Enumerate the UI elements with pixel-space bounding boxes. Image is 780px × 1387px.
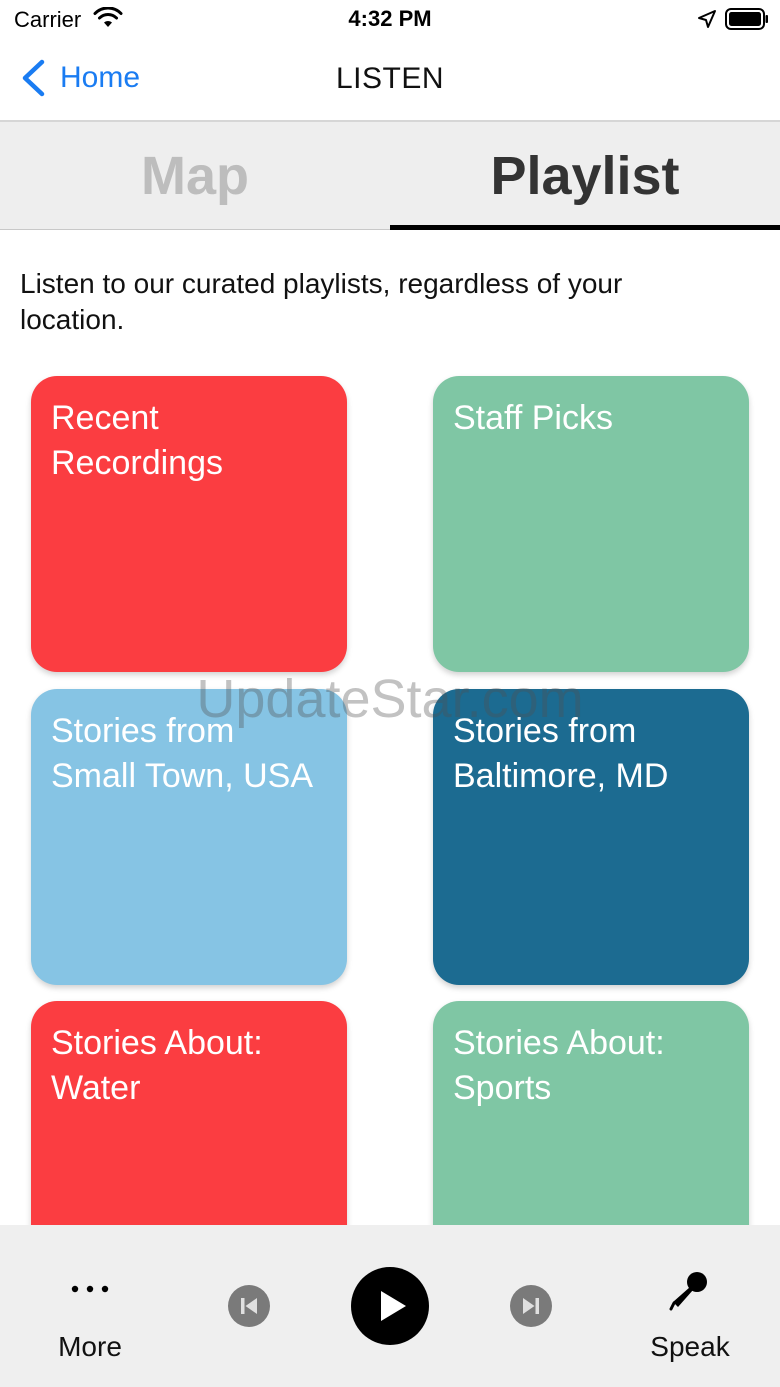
speak-button[interactable]: Speak: [640, 1265, 740, 1365]
segmented-tabs: Map Playlist: [0, 122, 780, 230]
selected-tab-indicator: [390, 225, 780, 230]
playlist-card-title: Stories About: Water: [51, 1024, 263, 1107]
microphone-icon: [669, 1272, 707, 1311]
playlist-card-title: Stories from Baltimore, MD: [453, 712, 669, 795]
tab-map[interactable]: Map: [0, 122, 390, 230]
battery-icon: [725, 8, 768, 30]
speak-label: Speak: [650, 1331, 730, 1362]
playlist-card-staff-picks[interactable]: Staff Picks: [433, 376, 749, 672]
next-icon[interactable]: [510, 1285, 552, 1327]
previous-icon[interactable]: [228, 1285, 270, 1327]
playlist-card-title: Stories from Small Town, USA: [51, 712, 314, 795]
navigation-bar: Home LISTEN: [0, 40, 780, 122]
more-icon: [71, 1285, 109, 1293]
more-button[interactable]: More: [40, 1265, 140, 1365]
playlist-card-title: Recent Recordings: [51, 399, 223, 482]
playlist-card-recent-recordings[interactable]: Recent Recordings: [31, 376, 347, 672]
playlist-card-title: Staff Picks: [453, 399, 613, 437]
player-bar: More Speak: [0, 1225, 780, 1387]
more-label: More: [58, 1331, 122, 1362]
page-title: LISTEN: [335, 62, 445, 95]
play-icon[interactable]: [351, 1267, 429, 1345]
location-icon: [698, 10, 716, 28]
playlist-card-small-town[interactable]: Stories from Small Town, USA: [31, 689, 347, 985]
playlist-card-baltimore[interactable]: Stories from Baltimore, MD: [433, 689, 749, 985]
status-bar: Carrier 4:32 PM: [0, 0, 780, 40]
intro-text: Listen to our curated playlists, regardl…: [20, 268, 623, 335]
playlist-card-title: Stories About: Sports: [453, 1024, 665, 1107]
clock: 4:32 PM: [348, 6, 432, 31]
tab-playlist[interactable]: Playlist: [390, 122, 780, 230]
